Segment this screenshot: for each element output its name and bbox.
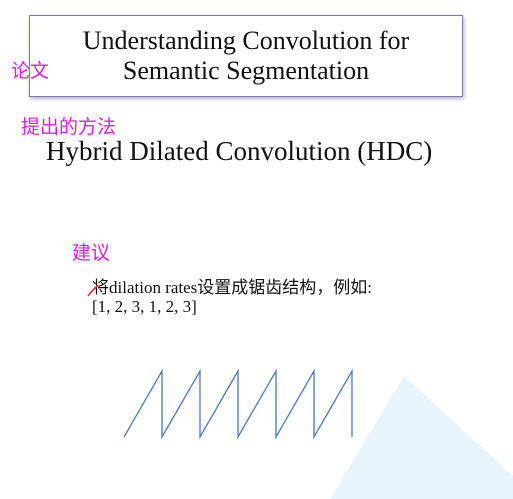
sawtooth-diagram: [123, 368, 353, 440]
